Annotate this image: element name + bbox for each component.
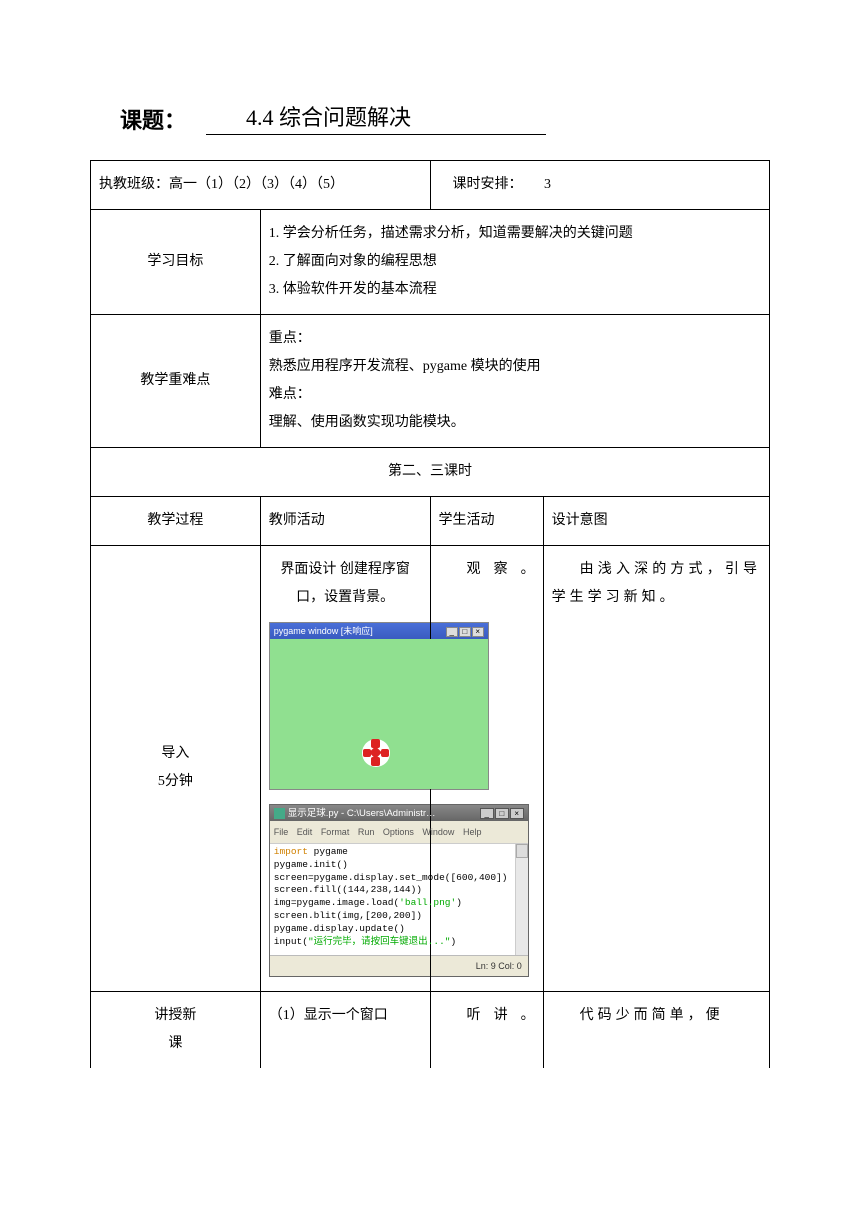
intro-label-1: 导入 bbox=[99, 740, 252, 768]
class-label: 执教班级： bbox=[99, 177, 169, 192]
menu-item: File bbox=[274, 827, 289, 837]
goal-item: 1. 学会分析任务，描述需求分析，知道需要解决的关键问题 bbox=[269, 220, 761, 248]
maximize-icon: □ bbox=[495, 808, 509, 819]
scrollbar bbox=[515, 844, 528, 955]
menu-item: Format bbox=[321, 827, 350, 837]
page-header: 课题： 4.4 综合问题解决 bbox=[90, 100, 770, 135]
period-cell: 课时安排： 3 bbox=[430, 161, 770, 210]
lecture-label-cell: 讲授新 课 bbox=[91, 991, 261, 1068]
idle-window-buttons: _□× bbox=[479, 804, 524, 823]
menu-item: Edit bbox=[297, 827, 313, 837]
lesson-plan-table: 执教班级：高一（1）（2）（3）（4）（5） 课时安排： 3 学习目标 1. 学… bbox=[90, 160, 770, 1068]
goal-item: 2. 了解面向对象的编程思想 bbox=[269, 248, 761, 276]
python-file-icon bbox=[274, 808, 285, 819]
idle-code-area: import pygame pygame.init() screen=pygam… bbox=[270, 844, 528, 955]
intro-row: 导入 5分钟 界面设计 创建程序窗口，设置背景。 pygame window [… bbox=[91, 546, 770, 992]
col-teacher: 教师活动 bbox=[260, 497, 430, 546]
intro-student-text: 观察。 bbox=[439, 556, 535, 584]
intro-design-text: 由浅入深的方式，引导学生学习新知。 bbox=[552, 556, 761, 612]
intro-label-2: 5分钟 bbox=[99, 768, 252, 796]
maximize-icon: □ bbox=[459, 627, 471, 637]
col-process: 教学过程 bbox=[91, 497, 261, 546]
session-header-row: 第二、三课时 bbox=[91, 448, 770, 497]
class-cell: 执教班级：高一（1）（2）（3）（4）（5） bbox=[91, 161, 431, 210]
goals-row: 学习目标 1. 学会分析任务，描述需求分析，知道需要解决的关键问题 2. 了解面… bbox=[91, 210, 770, 315]
session-header: 第二、三课时 bbox=[91, 448, 770, 497]
menu-item: Help bbox=[463, 827, 482, 837]
pygame-titlebar: pygame window [未响应] _□× bbox=[270, 623, 488, 639]
title-text: 4.4 综合问题解决 bbox=[206, 100, 546, 135]
kp-label: 重点： bbox=[269, 325, 761, 353]
diff-label: 难点： bbox=[269, 381, 761, 409]
period-value: 3 bbox=[544, 177, 551, 192]
period-label: 课时安排： bbox=[453, 177, 523, 192]
lecture-student-cell: 听讲。 bbox=[430, 991, 543, 1068]
lecture-student-text: 听讲。 bbox=[439, 1002, 535, 1030]
idle-statusbar: Ln: 9 Col: 0 bbox=[270, 955, 528, 976]
minimize-icon: _ bbox=[480, 808, 494, 819]
col-design: 设计意图 bbox=[543, 497, 769, 546]
pygame-title-text: pygame window [未响应] bbox=[274, 622, 373, 640]
lecture-row: 讲授新 课 （1）显示一个窗口 听讲。 代码少而简单，便 bbox=[91, 991, 770, 1068]
column-header-row: 教学过程 教师活动 学生活动 设计意图 bbox=[91, 497, 770, 546]
title-label: 课题： bbox=[120, 103, 186, 135]
intro-design-cell: 由浅入深的方式，引导学生学习新知。 bbox=[543, 546, 769, 992]
close-icon: × bbox=[472, 627, 484, 637]
kp-text: 熟悉应用程序开发流程、pygame 模块的使用 bbox=[269, 353, 761, 381]
goal-item: 3. 体验软件开发的基本流程 bbox=[269, 276, 761, 304]
pygame-canvas bbox=[270, 639, 488, 789]
diff-text: 理解、使用函数实现功能模块。 bbox=[269, 409, 761, 437]
lecture-design-cell: 代码少而简单，便 bbox=[543, 991, 769, 1068]
lecture-design-text: 代码少而简单，便 bbox=[552, 1002, 761, 1030]
goals-label: 学习目标 bbox=[91, 210, 261, 315]
soccer-ball-icon bbox=[362, 739, 390, 767]
keypoints-label: 教学重难点 bbox=[91, 315, 261, 448]
intro-teacher-title: 界面设计 创建程序窗口，设置背景。 bbox=[269, 556, 422, 612]
col-student: 学生活动 bbox=[430, 497, 543, 546]
pygame-window-buttons: _□× bbox=[445, 622, 484, 640]
lecture-teacher-cell: （1）显示一个窗口 bbox=[260, 991, 430, 1068]
lecture-teacher-text: （1）显示一个窗口 bbox=[269, 1002, 422, 1030]
idle-title-text: 显示足球.py - C:\Users\Administr… bbox=[288, 804, 436, 823]
lecture-label-2: 课 bbox=[99, 1030, 252, 1058]
minimize-icon: _ bbox=[446, 627, 458, 637]
class-value: 高一（1）（2）（3）（4）（5） bbox=[169, 177, 344, 192]
intro-label-cell: 导入 5分钟 bbox=[91, 546, 261, 992]
keypoints-content: 重点： 熟悉应用程序开发流程、pygame 模块的使用 难点： 理解、使用函数实… bbox=[260, 315, 769, 448]
lecture-label-1: 讲授新 bbox=[99, 1002, 252, 1030]
menu-item: Run bbox=[358, 827, 375, 837]
menu-item: Window bbox=[422, 827, 454, 837]
keypoints-row: 教学重难点 重点： 熟悉应用程序开发流程、pygame 模块的使用 难点： 理解… bbox=[91, 315, 770, 448]
intro-teacher-cell: 界面设计 创建程序窗口，设置背景。 pygame window [未响应] _□… bbox=[260, 546, 430, 992]
idle-titlebar: 显示足球.py - C:\Users\Administr… _□× bbox=[270, 805, 528, 821]
close-icon: × bbox=[510, 808, 524, 819]
pygame-window-screenshot: pygame window [未响应] _□× bbox=[269, 622, 489, 790]
menu-item: Options bbox=[383, 827, 414, 837]
goals-content: 1. 学会分析任务，描述需求分析，知道需要解决的关键问题 2. 了解面向对象的编… bbox=[260, 210, 769, 315]
class-period-row: 执教班级：高一（1）（2）（3）（4）（5） 课时安排： 3 bbox=[91, 161, 770, 210]
